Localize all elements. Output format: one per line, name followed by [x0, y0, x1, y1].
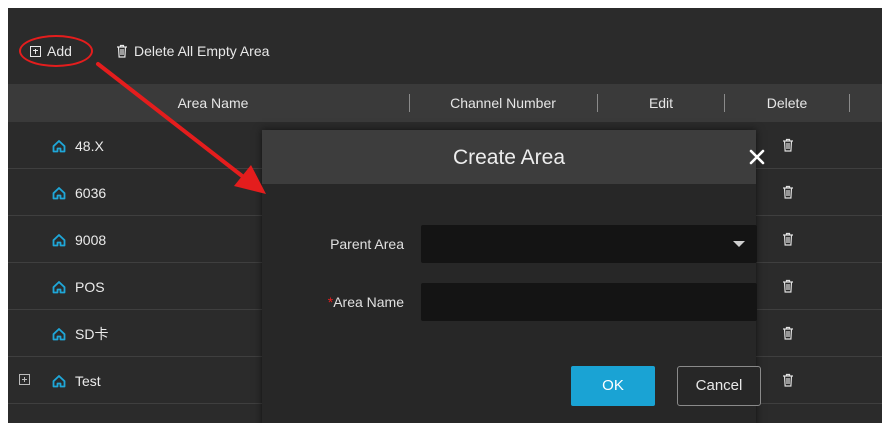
area-name-cell: Test	[52, 357, 101, 404]
area-name-cell: SD卡	[52, 310, 108, 357]
column-header-area-name[interactable]: Area Name	[78, 84, 348, 122]
area-name-label-text: Area Name	[333, 294, 404, 310]
area-name: SD卡	[75, 325, 109, 342]
delete-all-empty-area-label: Delete All Empty Area	[134, 43, 270, 59]
column-header-channel-number[interactable]: Channel Number	[410, 84, 596, 122]
area-name-cell: 48.X	[52, 122, 104, 169]
add-label: Add	[47, 43, 72, 59]
area-name: POS	[75, 278, 105, 295]
trash-icon	[117, 44, 127, 58]
create-area-dialog: Create Area Parent Area *Area Name OK Ca…	[262, 130, 765, 423]
home-icon	[52, 327, 66, 340]
delete-icon[interactable]	[782, 279, 794, 293]
column-header-delete[interactable]: Delete	[725, 84, 849, 122]
area-name-input[interactable]	[421, 283, 757, 321]
delete-icon[interactable]	[782, 373, 794, 387]
area-name-cell: 9008	[52, 216, 106, 263]
home-icon	[52, 374, 66, 387]
expand-icon[interactable]	[19, 374, 30, 385]
delete-icon[interactable]	[782, 326, 794, 340]
table-header: Area Name Channel Number Edit Delete	[8, 84, 882, 122]
add-icon	[30, 45, 41, 57]
home-icon	[52, 233, 66, 246]
delete-icon[interactable]	[782, 232, 794, 246]
cancel-button[interactable]: Cancel	[677, 366, 761, 406]
column-divider	[849, 94, 850, 112]
delete-all-empty-area-button[interactable]: Delete All Empty Area	[116, 40, 269, 62]
parent-area-label: Parent Area	[330, 236, 404, 252]
area-name: Test	[75, 372, 101, 389]
delete-icon[interactable]	[782, 138, 794, 152]
area-name: 6036	[75, 184, 107, 201]
toolbar: Add Delete All Empty Area	[8, 8, 882, 84]
home-icon	[52, 186, 66, 199]
area-name-cell: POS	[52, 263, 105, 310]
add-button[interactable]: Add	[30, 40, 72, 62]
area-name-field-label: *Area Name	[292, 294, 404, 310]
parent-area-select[interactable]	[421, 225, 757, 263]
area-management-panel: Add Delete All Empty Area Area Name Chan…	[8, 8, 882, 423]
area-name-cell: 6036	[52, 169, 106, 216]
dialog-header: Create Area	[262, 130, 765, 184]
home-icon	[52, 139, 66, 152]
home-icon	[52, 280, 66, 293]
close-icon[interactable]	[747, 147, 767, 167]
dropdown-caret-icon	[733, 241, 745, 247]
dialog-title: Create Area	[452, 146, 566, 169]
column-header-edit[interactable]: Edit	[598, 84, 724, 122]
delete-icon[interactable]	[782, 185, 794, 199]
ok-button[interactable]: OK	[571, 366, 655, 406]
area-name: 9008	[75, 231, 107, 248]
area-name: 48.X	[75, 137, 104, 154]
